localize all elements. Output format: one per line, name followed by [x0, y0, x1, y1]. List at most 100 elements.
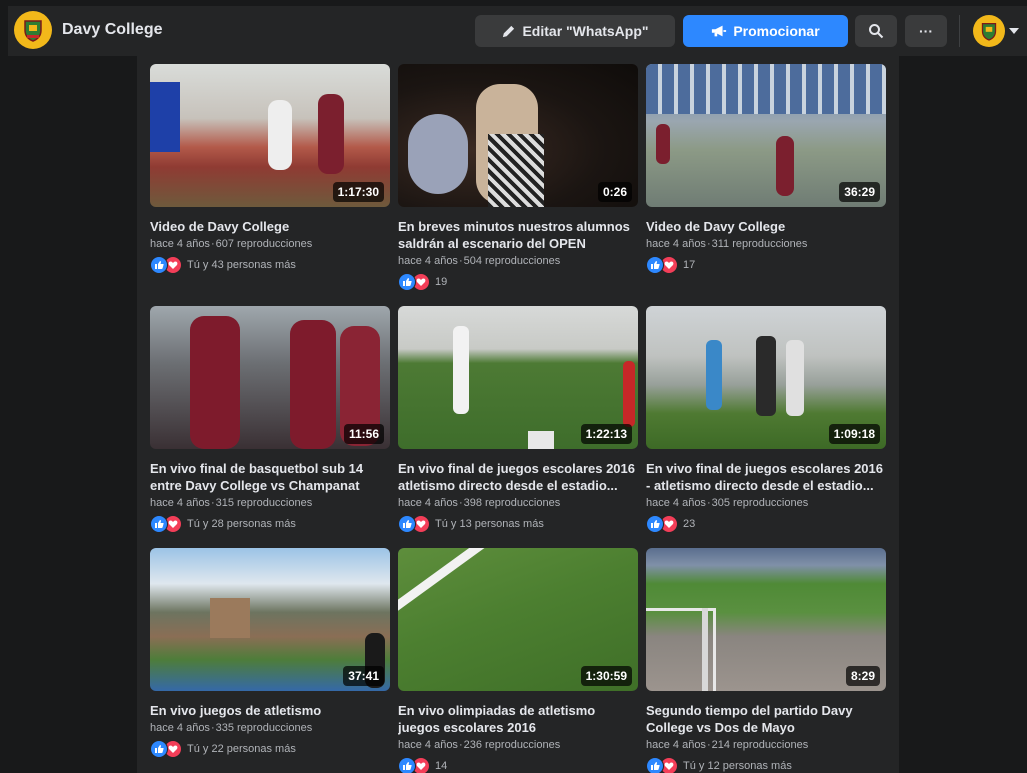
video-card: 1:09:18 En vivo final de juegos escolare… [646, 306, 886, 533]
video-thumbnail[interactable]: 0:26 [398, 64, 638, 207]
like-icon [398, 273, 416, 291]
video-age: hace 4 años [150, 238, 210, 250]
video-thumbnail[interactable]: 1:17:30 [150, 64, 390, 207]
video-age: hace 4 años [398, 497, 458, 509]
video-card: 0:26 En breves minutos nuestros alumnos … [398, 64, 638, 291]
page-avatar[interactable] [14, 11, 52, 49]
reaction-count: Tú y 43 personas más [187, 259, 296, 271]
video-card: 11:56 En vivo final de basquetbol sub 14… [150, 306, 390, 533]
edit-whatsapp-button[interactable]: Editar "WhatsApp" [475, 15, 675, 47]
video-meta: hace 4 años·315 reproducciones [150, 497, 313, 509]
video-thumbnail[interactable]: 36:29 [646, 64, 886, 207]
like-icon [150, 515, 168, 533]
app-frame: Davy College Editar "WhatsApp" Promocion… [0, 0, 1027, 773]
video-card: 1:30:59 En vivo olimpiadas de atletismo … [398, 548, 638, 773]
reaction-count: 17 [683, 259, 696, 271]
header-divider [959, 15, 960, 47]
video-reactions[interactable]: Tú y 43 personas más [150, 256, 390, 274]
video-duration: 1:17:30 [332, 182, 384, 202]
video-meta: hace 4 años·504 reproducciones [398, 255, 561, 267]
video-title[interactable]: En vivo final de juegos escolares 2016 -… [646, 460, 886, 494]
video-title[interactable]: Video de Davy College [646, 218, 886, 235]
video-thumbnail[interactable]: 8:29 [646, 548, 886, 691]
video-reactions[interactable]: 17 [646, 256, 886, 274]
video-views: 305 reproducciones [711, 497, 809, 509]
video-meta: hace 4 años·607 reproducciones [150, 238, 313, 250]
video-views: 335 reproducciones [215, 722, 313, 734]
reaction-count: Tú y 12 personas más [683, 760, 792, 772]
crest-icon [981, 23, 997, 41]
pencil-icon [503, 25, 515, 37]
video-title[interactable]: En vivo final de juegos escolares 2016 a… [398, 460, 638, 494]
like-icon [646, 256, 664, 274]
video-views: 398 reproducciones [463, 497, 561, 509]
video-title[interactable]: En vivo final de basquetbol sub 14 entre… [150, 460, 390, 494]
video-views: 607 reproducciones [215, 238, 313, 250]
search-button[interactable] [855, 15, 897, 47]
video-thumbnail[interactable]: 1:09:18 [646, 306, 886, 449]
page-title[interactable]: Davy College [62, 21, 162, 39]
video-views: 311 reproducciones [711, 238, 808, 250]
reaction-count: 14 [435, 760, 448, 772]
like-icon [150, 256, 168, 274]
video-meta: hace 4 años·214 reproducciones [646, 739, 809, 751]
video-age: hace 4 años [398, 255, 458, 267]
megaphone-icon [712, 25, 727, 37]
video-duration: 1:09:18 [828, 424, 880, 444]
video-title[interactable]: En vivo olimpiadas de atletismo juegos e… [398, 702, 638, 736]
video-card: 1:22:13 En vivo final de juegos escolare… [398, 306, 638, 533]
video-age: hace 4 años [398, 739, 458, 751]
video-views: 214 reproducciones [711, 739, 809, 751]
video-duration: 1:22:13 [580, 424, 632, 444]
account-avatar [973, 15, 1005, 47]
video-thumbnail[interactable]: 1:22:13 [398, 306, 638, 449]
video-meta: hace 4 años·335 reproducciones [150, 722, 313, 734]
video-age: hace 4 años [150, 497, 210, 509]
more-icon: ··· [919, 23, 933, 39]
video-duration: 0:26 [597, 182, 632, 202]
video-duration: 37:41 [343, 666, 384, 686]
video-thumbnail[interactable]: 11:56 [150, 306, 390, 449]
video-title[interactable]: En breves minutos nuestros alumnos saldr… [398, 218, 638, 252]
chevron-down-icon [1009, 28, 1019, 34]
video-reactions[interactable]: Tú y 28 personas más [150, 515, 390, 533]
reaction-count: 19 [435, 276, 448, 288]
video-age: hace 4 años [646, 497, 706, 509]
video-card: 36:29 Video de Davy College hace 4 años·… [646, 64, 886, 274]
video-thumbnail[interactable]: 1:30:59 [398, 548, 638, 691]
video-reactions[interactable]: 19 [398, 273, 638, 291]
video-age: hace 4 años [646, 739, 706, 751]
crest-icon [24, 20, 42, 42]
video-card: 8:29 Segundo tiempo del partido Davy Col… [646, 548, 886, 773]
video-reactions[interactable]: 14 [398, 757, 638, 773]
video-meta: hace 4 años·305 reproducciones [646, 497, 809, 509]
like-icon [646, 757, 664, 773]
video-thumbnail[interactable]: 37:41 [150, 548, 390, 691]
video-meta: hace 4 años·311 reproducciones [646, 238, 808, 250]
video-duration: 8:29 [845, 666, 880, 686]
page-header: Davy College Editar "WhatsApp" Promocion… [8, 6, 1027, 56]
video-views: 236 reproducciones [463, 739, 561, 751]
video-duration: 1:30:59 [580, 666, 632, 686]
like-icon [646, 515, 664, 533]
video-title[interactable]: Video de Davy College [150, 218, 390, 235]
video-meta: hace 4 años·398 reproducciones [398, 497, 561, 509]
video-reactions[interactable]: 23 [646, 515, 886, 533]
video-card: 1:17:30 Video de Davy College hace 4 año… [150, 64, 390, 274]
video-meta: hace 4 años·236 reproducciones [398, 739, 561, 751]
more-options-button[interactable]: ··· [905, 15, 947, 47]
video-title[interactable]: Segundo tiempo del partido Davy College … [646, 702, 886, 736]
account-switcher[interactable] [973, 11, 1023, 51]
video-reactions[interactable]: Tú y 13 personas más [398, 515, 638, 533]
promote-button[interactable]: Promocionar [683, 15, 848, 47]
video-age: hace 4 años [150, 722, 210, 734]
promote-label: Promocionar [733, 23, 820, 39]
video-views: 504 reproducciones [463, 255, 561, 267]
video-title[interactable]: En vivo juegos de atletismo [150, 702, 390, 719]
videos-panel: 1:17:30 Video de Davy College hace 4 año… [137, 56, 899, 773]
search-icon [869, 24, 884, 39]
video-reactions[interactable]: Tú y 12 personas más [646, 757, 886, 773]
video-reactions[interactable]: Tú y 22 personas más [150, 740, 390, 758]
reaction-count: Tú y 28 personas más [187, 518, 296, 530]
edit-whatsapp-label: Editar "WhatsApp" [522, 23, 649, 39]
